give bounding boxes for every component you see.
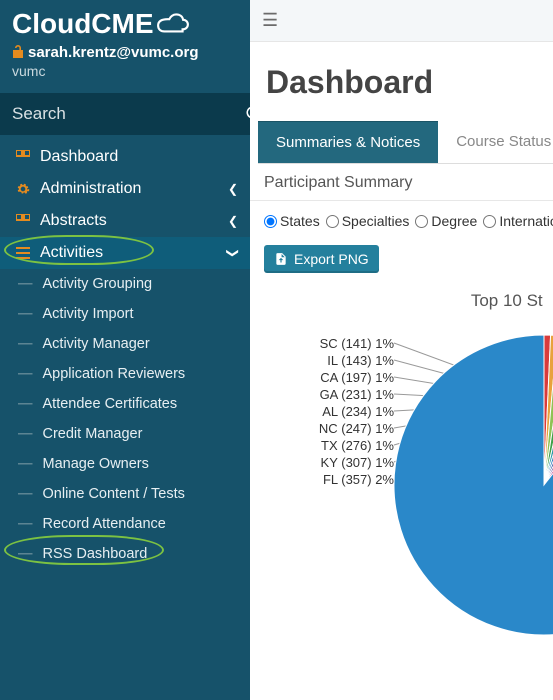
nav-item-administration[interactable]: Administration ❮ bbox=[0, 173, 250, 205]
sidebar: CloudCME sarah.krentz@vumc.org vumc Da bbox=[0, 0, 250, 700]
sub-manage-owners[interactable]: —Manage Owners bbox=[0, 449, 250, 479]
brand-logo: CloudCME bbox=[0, 0, 250, 44]
sub-rss-dashboard[interactable]: —RSS Dashboard bbox=[0, 539, 250, 569]
radio-degree[interactable]: Degree bbox=[415, 213, 477, 229]
grid-icon bbox=[12, 214, 34, 228]
export-png-button[interactable]: Export PNG bbox=[264, 245, 379, 273]
chevron-left-icon: ❮ bbox=[228, 214, 238, 228]
label-fl: FL (357) 2% bbox=[262, 471, 394, 488]
tab-summaries-notices[interactable]: Summaries & Notices bbox=[258, 121, 438, 163]
nav-label: Abstracts bbox=[40, 212, 107, 230]
chevron-left-icon: ❮ bbox=[228, 182, 238, 196]
export-label: Export PNG bbox=[294, 251, 369, 267]
sub-application-reviewers[interactable]: —Application Reviewers bbox=[0, 359, 250, 389]
label-al: AL (234) 1% bbox=[280, 403, 394, 420]
sub-online-content-tests[interactable]: —Online Content / Tests bbox=[0, 479, 250, 509]
nav-item-dashboard[interactable]: Dashboard bbox=[0, 141, 250, 173]
sub-label: Attendee Certificates bbox=[43, 396, 178, 412]
unlock-icon bbox=[12, 44, 24, 61]
list-icon bbox=[12, 246, 34, 260]
label-ga: GA (231) 1% bbox=[288, 386, 394, 403]
nav-label: Dashboard bbox=[40, 148, 118, 166]
nav-label: Activities bbox=[40, 244, 103, 262]
nav-item-activities[interactable]: Activities ❯ bbox=[0, 237, 250, 269]
cloud-icon bbox=[156, 12, 190, 36]
sub-credit-manager[interactable]: —Credit Manager bbox=[0, 419, 250, 449]
chart: Top 10 St SC (141) 1% IL (143) 1% CA (19… bbox=[264, 291, 553, 671]
chart-title: Top 10 St bbox=[434, 291, 553, 311]
sub-activity-grouping[interactable]: —Activity Grouping bbox=[0, 269, 250, 299]
nav: Dashboard Administration ❮ Abstracts ❮ bbox=[0, 135, 250, 569]
sub-attendee-certificates[interactable]: —Attendee Certificates bbox=[0, 389, 250, 419]
nav-activities-submenu: —Activity Grouping —Activity Import —Act… bbox=[0, 269, 250, 569]
nav-item-abstracts[interactable]: Abstracts ❮ bbox=[0, 205, 250, 237]
label-il: IL (143) 1% bbox=[305, 352, 394, 369]
chevron-down-icon: ❯ bbox=[226, 248, 240, 258]
user-org: vumc bbox=[0, 63, 250, 93]
tab-course-status[interactable]: Course Status bbox=[438, 121, 553, 163]
pie-chart bbox=[394, 335, 553, 635]
nav-label: Administration bbox=[40, 180, 141, 198]
label-tx: TX (276) 1% bbox=[269, 437, 394, 454]
sub-label: Application Reviewers bbox=[43, 366, 186, 382]
filter-radios: States Specialties Degree Internation bbox=[250, 201, 553, 241]
sub-record-attendance[interactable]: —Record Attendance bbox=[0, 509, 250, 539]
user-line[interactable]: sarah.krentz@vumc.org bbox=[0, 44, 250, 63]
search-row bbox=[0, 93, 250, 135]
label-ca: CA (197) 1% bbox=[296, 369, 394, 386]
sub-label: Record Attendance bbox=[43, 516, 166, 532]
sub-label: RSS Dashboard bbox=[43, 546, 148, 562]
sub-label: Credit Manager bbox=[43, 426, 143, 442]
user-email: sarah.krentz@vumc.org bbox=[28, 44, 199, 61]
sub-label: Activity Grouping bbox=[43, 276, 153, 292]
label-nc: NC (247) 1% bbox=[274, 420, 394, 437]
export-icon bbox=[274, 252, 288, 266]
sub-activity-import[interactable]: —Activity Import bbox=[0, 299, 250, 329]
main: ☰ Dashboard Summaries & Notices Course S… bbox=[250, 0, 553, 700]
sub-label: Online Content / Tests bbox=[43, 486, 185, 502]
search-input[interactable] bbox=[0, 94, 245, 134]
radio-specialties[interactable]: Specialties bbox=[326, 213, 410, 229]
radio-international[interactable]: Internation bbox=[483, 213, 553, 229]
tabs: Summaries & Notices Course Status bbox=[258, 121, 553, 164]
radio-states[interactable]: States bbox=[264, 213, 320, 229]
sub-label: Manage Owners bbox=[43, 456, 149, 472]
page-title: Dashboard bbox=[250, 42, 553, 121]
label-sc: SC (141) 1% bbox=[314, 335, 394, 352]
brand-name: CloudCME bbox=[12, 8, 154, 40]
sub-label: Activity Manager bbox=[43, 336, 150, 352]
grid-icon bbox=[12, 150, 34, 164]
label-ky: KY (307) 1% bbox=[265, 454, 394, 471]
sub-label: Activity Import bbox=[43, 306, 134, 322]
hamburger-icon[interactable]: ☰ bbox=[262, 10, 278, 31]
panel-title: Participant Summary bbox=[250, 164, 553, 201]
gear-icon bbox=[12, 182, 34, 196]
chart-labels: SC (141) 1% IL (143) 1% CA (197) 1% GA (… bbox=[264, 335, 394, 488]
sub-activity-manager[interactable]: —Activity Manager bbox=[0, 329, 250, 359]
topbar: ☰ bbox=[250, 0, 553, 42]
